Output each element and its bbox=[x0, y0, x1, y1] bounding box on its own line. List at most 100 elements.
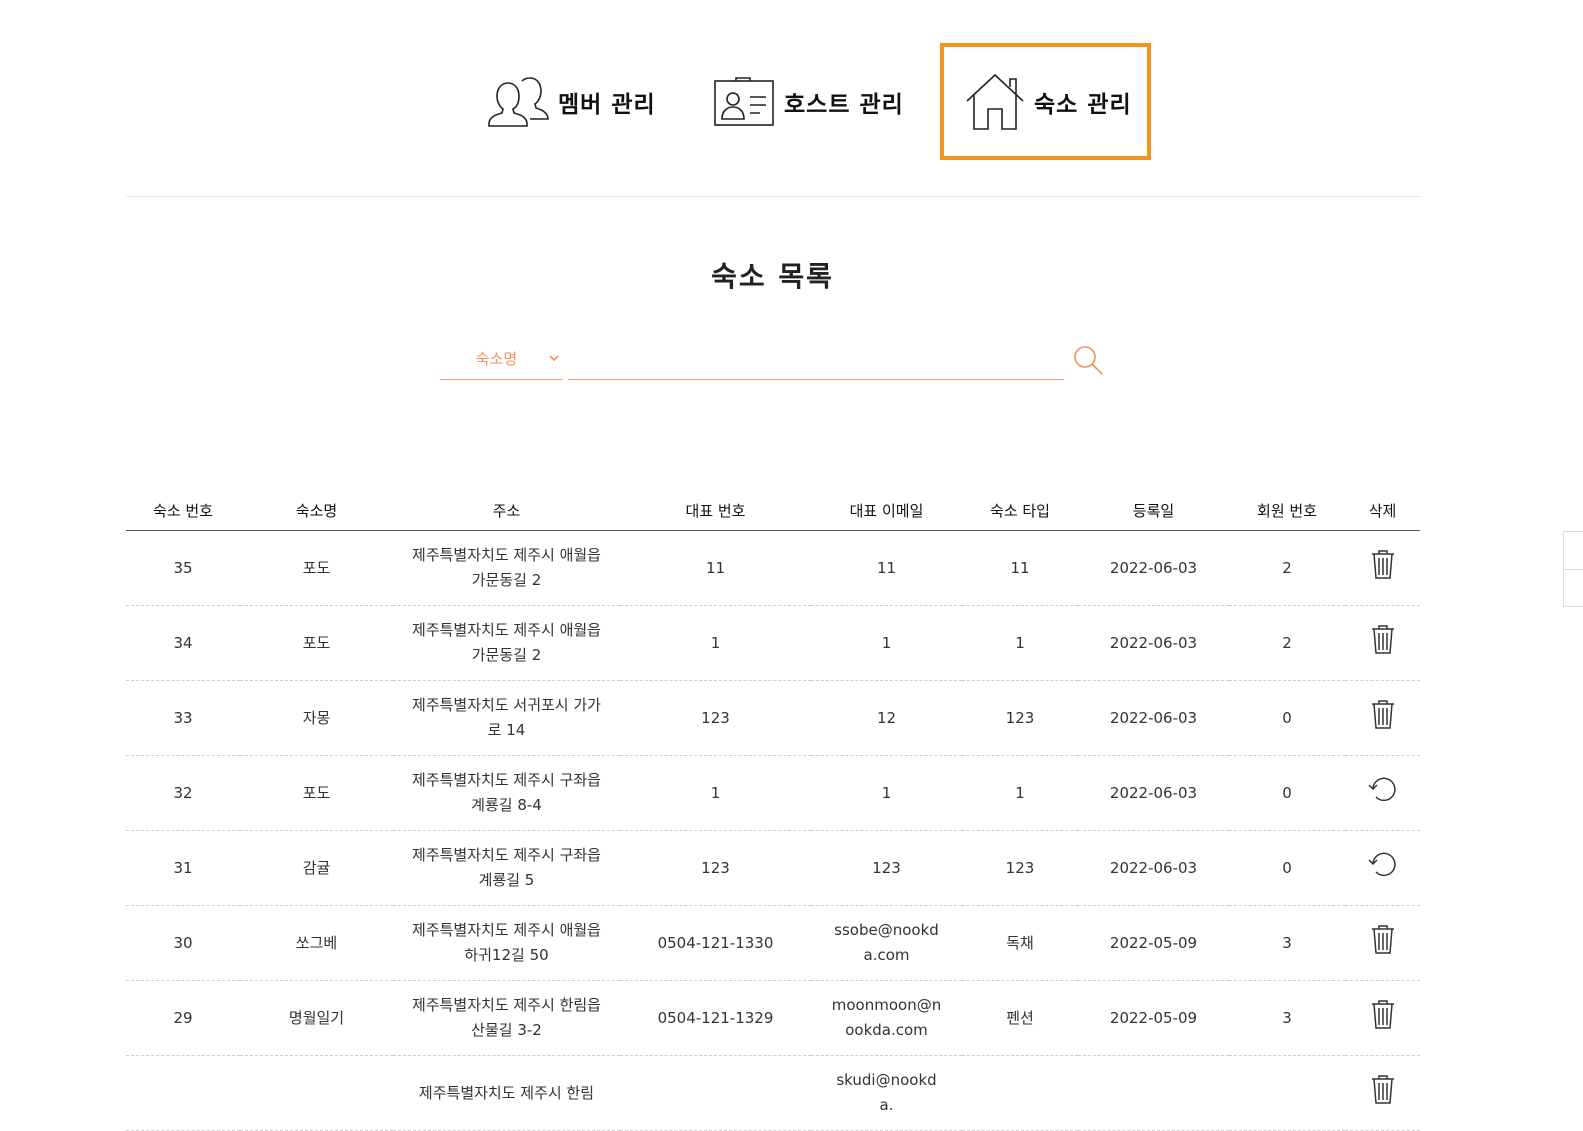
table-row: 제주특별자치도 제주시 한림 skudi@nookda. bbox=[126, 1055, 1420, 1131]
restore-icon bbox=[1367, 851, 1399, 885]
cell-date: 2022-06-03 bbox=[1078, 605, 1229, 681]
column-header: 숙소 번호 bbox=[126, 490, 240, 531]
trash-icon bbox=[1370, 998, 1396, 1038]
trash-icon bbox=[1370, 698, 1396, 738]
cell-type: 11 bbox=[962, 530, 1078, 606]
cell-type: 123 bbox=[962, 680, 1078, 756]
house-icon bbox=[964, 71, 1026, 133]
search-button[interactable] bbox=[1072, 344, 1104, 376]
cell-date: 2022-05-09 bbox=[1078, 905, 1229, 981]
trash-icon bbox=[1370, 548, 1396, 588]
tab-label: 숙소 관리 bbox=[1034, 91, 1132, 118]
cell-phone: 0504-121-1330 bbox=[620, 905, 811, 981]
cell-name: 명월일기 bbox=[240, 980, 393, 1056]
cell-address: 제주특별자치도 제주시 애월읍 가문동길 2 bbox=[393, 605, 620, 681]
address-text: 제주특별자치도 제주시 한림 bbox=[418, 1083, 595, 1102]
admin-tab-bar: 멤버 관리 호스트 관리 숙소 관리 bbox=[0, 43, 1583, 160]
cell-member: 3 bbox=[1229, 980, 1345, 1056]
restore-icon bbox=[1367, 776, 1399, 810]
cell-email: skudi@nookda. bbox=[811, 1055, 962, 1131]
cell-date: 2022-06-03 bbox=[1078, 755, 1229, 831]
cell-date: 2022-06-03 bbox=[1078, 830, 1229, 906]
cell-member bbox=[1229, 1055, 1345, 1131]
cell-address: 제주특별자치도 제주시 애월읍 가문동길 2 bbox=[393, 530, 620, 606]
cell-action bbox=[1345, 530, 1420, 606]
tab-stay-management[interactable]: 숙소 관리 bbox=[940, 43, 1151, 160]
search-icon bbox=[1072, 346, 1104, 380]
address-text: 제주특별자치도 제주시 애월읍 하귀12길 50 bbox=[412, 921, 601, 964]
delete-button[interactable] bbox=[1370, 923, 1396, 963]
cell-phone: 123 bbox=[620, 680, 811, 756]
cell-phone: 1 bbox=[620, 605, 811, 681]
table-header-row: 숙소 번호 숙소명 주소 대표 번호 대표 이메일 숙소 타입 등록일 회원 번… bbox=[126, 490, 1420, 531]
table-row: 34 포도 제주특별자치도 제주시 애월읍 가문동길 2 1 1 1 2022-06-03 2 bbox=[126, 605, 1420, 681]
cell-address: 제주특별자치도 제주시 구좌읍 계룡길 8-4 bbox=[393, 755, 620, 831]
cell-date: 2022-05-09 bbox=[1078, 980, 1229, 1056]
delete-button[interactable] bbox=[1370, 1073, 1396, 1113]
address-text: 제주특별자치도 제주시 애월읍 가문동길 2 bbox=[412, 621, 601, 664]
address-text: 제주특별자치도 제주시 구좌읍 계룡길 5 bbox=[412, 846, 601, 889]
cell-email: 1 bbox=[811, 755, 962, 831]
cell-email: 12 bbox=[811, 680, 962, 756]
cell-address: 제주특별자치도 제주시 한림 bbox=[393, 1055, 620, 1131]
cell-type: 1 bbox=[962, 605, 1078, 681]
restore-button[interactable] bbox=[1367, 776, 1399, 810]
id-card-icon bbox=[712, 76, 776, 127]
users-icon bbox=[486, 76, 550, 127]
search-input[interactable] bbox=[568, 338, 1064, 380]
restore-button[interactable] bbox=[1367, 851, 1399, 885]
cell-date: 2022-06-03 bbox=[1078, 680, 1229, 756]
tab-label: 멤버 관리 bbox=[558, 91, 656, 118]
column-header: 삭제 bbox=[1345, 490, 1420, 531]
cell-action bbox=[1345, 905, 1420, 981]
search-field-select[interactable]: 숙소명 bbox=[440, 338, 563, 380]
cell-no: 30 bbox=[126, 905, 240, 981]
table-row: 30 쏘그베 제주특별자치도 제주시 애월읍 하귀12길 50 0504-121-13… bbox=[126, 905, 1420, 981]
delete-button[interactable] bbox=[1370, 998, 1396, 1038]
cell-type: 1 bbox=[962, 755, 1078, 831]
cell-email: 11 bbox=[811, 530, 962, 606]
trash-icon bbox=[1370, 1073, 1396, 1113]
delete-button[interactable] bbox=[1370, 623, 1396, 663]
cell-name: 자몽 bbox=[240, 680, 393, 756]
cell-member: 0 bbox=[1229, 680, 1345, 756]
scroll-edge-handle[interactable] bbox=[1563, 531, 1583, 607]
table-row: 29 명월일기 제주특별자치도 제주시 한림읍 산물길 3-2 0504-121-13… bbox=[126, 980, 1420, 1056]
cell-no: 33 bbox=[126, 680, 240, 756]
cell-member: 2 bbox=[1229, 530, 1345, 606]
cell-no: 34 bbox=[126, 605, 240, 681]
cell-email: 123 bbox=[811, 830, 962, 906]
tab-member-management[interactable]: 멤버 관리 bbox=[486, 43, 666, 160]
cell-no: 29 bbox=[126, 980, 240, 1056]
cell-member: 3 bbox=[1229, 905, 1345, 981]
cell-action bbox=[1345, 1055, 1420, 1131]
cell-address: 제주특별자치도 서귀포시 가가로 14 bbox=[393, 680, 620, 756]
table-row: 31 감귤 제주특별자치도 제주시 구좌읍 계룡길 5 123 123 123 2022-0… bbox=[126, 830, 1420, 906]
delete-button[interactable] bbox=[1370, 698, 1396, 738]
cell-date: 2022-06-03 bbox=[1078, 530, 1229, 606]
cell-no bbox=[126, 1055, 240, 1131]
email-text: 1 bbox=[881, 783, 892, 802]
cell-action bbox=[1345, 830, 1420, 906]
cell-phone bbox=[620, 1055, 811, 1131]
page-title: 숙소 목록 bbox=[711, 260, 834, 293]
cell-no: 32 bbox=[126, 755, 240, 831]
tab-host-management[interactable]: 호스트 관리 bbox=[712, 43, 912, 160]
table-row: 33 자몽 제주특별자치도 서귀포시 가가로 14 123 12 123 2022-06-0… bbox=[126, 680, 1420, 756]
cell-name bbox=[240, 1055, 393, 1131]
cell-type: 펜션 bbox=[962, 980, 1078, 1056]
cell-action bbox=[1345, 755, 1420, 831]
stay-table: 숙소 번호 숙소명 주소 대표 번호 대표 이메일 숙소 타입 등록일 회원 번… bbox=[126, 490, 1420, 1131]
table-row: 32 포도 제주특별자치도 제주시 구좌읍 계룡길 8-4 1 1 1 2022-06-03… bbox=[126, 755, 1420, 831]
cell-member: 2 bbox=[1229, 605, 1345, 681]
delete-button[interactable] bbox=[1370, 548, 1396, 588]
cell-address: 제주특별자치도 제주시 애월읍 하귀12길 50 bbox=[393, 905, 620, 981]
cell-date bbox=[1078, 1055, 1229, 1131]
cell-action bbox=[1345, 680, 1420, 756]
cell-no: 31 bbox=[126, 830, 240, 906]
cell-email: 1 bbox=[811, 605, 962, 681]
column-header: 대표 번호 bbox=[620, 490, 811, 531]
column-header: 숙소 타입 bbox=[962, 490, 1078, 531]
cell-name: 감귤 bbox=[240, 830, 393, 906]
cell-name: 포도 bbox=[240, 605, 393, 681]
